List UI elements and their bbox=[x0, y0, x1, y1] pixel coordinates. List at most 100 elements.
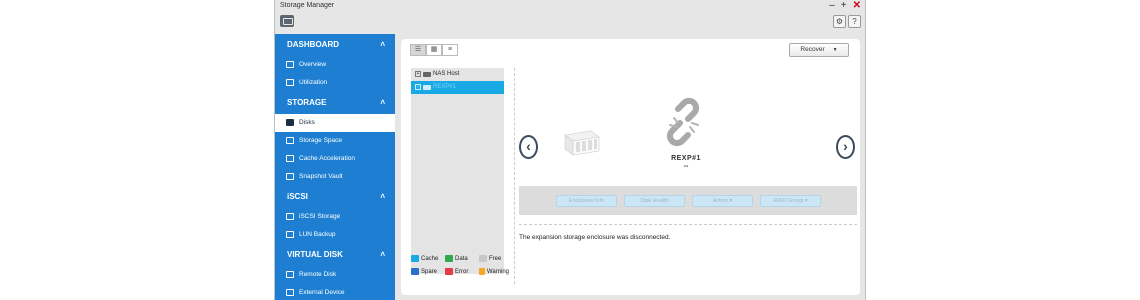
section-iscsi[interactable]: iSCSI ˄ bbox=[275, 186, 395, 208]
chevron-left-icon: ‹ bbox=[526, 138, 531, 154]
legend-warning: Warning bbox=[479, 268, 509, 275]
next-enclosure-button[interactable]: › bbox=[836, 135, 855, 159]
sidebar-item-label: Utilization bbox=[299, 79, 328, 86]
sidebar-item-label: Cache Acceleration bbox=[299, 155, 356, 162]
recover-dropdown[interactable]: Recover ▼ bbox=[789, 43, 849, 57]
recover-label: Recover bbox=[800, 46, 825, 53]
legend-label: Cache bbox=[421, 255, 439, 262]
section-divider bbox=[519, 224, 857, 225]
enclosure-image-icon bbox=[564, 130, 600, 156]
disk-health-button[interactable]: Disk Health bbox=[624, 195, 685, 207]
sidebar-item-label: Snapshot Vault bbox=[299, 173, 343, 180]
broken-link-icon bbox=[666, 97, 700, 147]
sidebar-item-overview[interactable]: Overview bbox=[275, 56, 395, 74]
chevron-up-icon: ˄ bbox=[380, 40, 385, 49]
caret-down-icon: ▾ bbox=[804, 198, 808, 204]
storage-icon bbox=[286, 137, 294, 144]
enclosure-device-icon bbox=[423, 85, 431, 90]
sidebar-item-snapshot-vault[interactable]: Snapshot Vault bbox=[275, 168, 395, 186]
cache-icon bbox=[286, 155, 294, 162]
sidebar-item-label: External Device bbox=[299, 289, 345, 296]
sidebar-item-label: iSCSI Storage bbox=[299, 213, 341, 220]
sidebar-item-external-device[interactable]: External Device bbox=[275, 284, 395, 300]
window-controls: – + ✕ bbox=[829, 0, 861, 12]
sidebar-item-lun-backup[interactable]: LUN Backup bbox=[275, 226, 395, 244]
chevron-up-icon: ˄ bbox=[380, 98, 385, 107]
chevron-right-icon: › bbox=[843, 138, 848, 154]
enclosure-action-bar: Enclosure Info Disk Health Action ▾ RAID… bbox=[519, 186, 857, 215]
external-device-icon bbox=[286, 289, 294, 296]
section-virtual-disk[interactable]: VIRTUAL DISK ˄ bbox=[275, 244, 395, 266]
legend-free: Free bbox=[479, 255, 509, 262]
raid-group-dropdown[interactable]: RAID Group ▾ bbox=[760, 195, 821, 207]
expand-icon[interactable]: + bbox=[415, 71, 421, 77]
main-panel: ☰ ▦ ≡ Recover ▼ + NAS Host + REXP#1 Cache… bbox=[401, 39, 860, 295]
enclosure-name: REXP#1 bbox=[671, 155, 701, 162]
legend-data: Data bbox=[445, 255, 475, 262]
section-title: iSCSI bbox=[287, 192, 308, 201]
enclosure-status: -- bbox=[683, 163, 689, 170]
legend-label: Spare bbox=[421, 268, 438, 275]
settings-button[interactable]: ⚙ bbox=[833, 15, 846, 28]
sidebar-item-iscsi-storage[interactable]: iSCSI Storage bbox=[275, 208, 395, 226]
legend-spare: Spare bbox=[411, 268, 441, 275]
storage-manager-app-icon bbox=[280, 15, 294, 27]
enclosure-info-button[interactable]: Enclosure Info bbox=[556, 195, 617, 207]
device-tree: + NAS Host + REXP#1 bbox=[411, 68, 504, 274]
free-swatch-icon bbox=[479, 255, 487, 262]
nas-device-icon bbox=[423, 72, 431, 77]
minimize-button[interactable]: – bbox=[829, 0, 835, 12]
backup-icon bbox=[286, 231, 294, 238]
sidebar-item-label: Storage Space bbox=[299, 137, 343, 144]
sidebar: DASHBOARD ˄ Overview Utilization STORAGE… bbox=[275, 34, 395, 300]
list-icon: ☰ bbox=[414, 46, 422, 53]
section-dashboard[interactable]: DASHBOARD ˄ bbox=[275, 34, 395, 56]
sidebar-item-utilization[interactable]: Utilization bbox=[275, 74, 395, 92]
tree-item-rexp1[interactable]: + REXP#1 bbox=[411, 81, 504, 94]
section-storage[interactable]: STORAGE ˄ bbox=[275, 92, 395, 114]
warning-swatch-icon bbox=[479, 268, 485, 275]
legend-label: Free bbox=[489, 255, 502, 262]
legend-label: Error bbox=[455, 268, 469, 275]
vault-icon bbox=[286, 173, 294, 180]
help-button[interactable]: ? bbox=[848, 15, 861, 28]
gear-icon: ⚙ bbox=[835, 17, 844, 26]
legend-cache: Cache bbox=[411, 255, 441, 262]
toolbar: ⚙ ? bbox=[275, 12, 865, 34]
iscsi-icon bbox=[286, 213, 294, 220]
expand-icon[interactable]: + bbox=[415, 84, 421, 90]
sidebar-item-cache-acceleration[interactable]: Cache Acceleration bbox=[275, 150, 395, 168]
sidebar-item-label: LUN Backup bbox=[299, 231, 336, 238]
sidebar-item-storage-space[interactable]: Storage Space bbox=[275, 132, 395, 150]
status-message: The expansion storage enclosure was disc… bbox=[519, 234, 671, 241]
close-button[interactable]: ✕ bbox=[853, 0, 861, 12]
list-view-button[interactable]: ☰ bbox=[410, 44, 426, 56]
data-swatch-icon bbox=[445, 255, 453, 262]
error-swatch-icon bbox=[445, 268, 453, 275]
section-title: STORAGE bbox=[287, 98, 327, 107]
tree-item-label: NAS Host bbox=[433, 71, 460, 77]
section-title: DASHBOARD bbox=[287, 40, 339, 49]
window-title: Storage Manager bbox=[280, 2, 335, 9]
remote-disk-icon bbox=[286, 271, 294, 278]
monitor-icon bbox=[286, 61, 294, 68]
previous-enclosure-button[interactable]: ‹ bbox=[519, 135, 538, 159]
grid-view-button[interactable]: ▦ bbox=[426, 44, 442, 56]
caret-down-icon: ▼ bbox=[832, 47, 838, 53]
legend-label: Data bbox=[455, 255, 468, 262]
sidebar-item-label: Remote Disk bbox=[299, 271, 337, 278]
legend-label: Warning bbox=[486, 268, 509, 275]
tree-item-nas-host[interactable]: + NAS Host bbox=[411, 68, 504, 81]
sidebar-item-disks[interactable]: Disks bbox=[275, 114, 395, 132]
maximize-button[interactable]: + bbox=[841, 0, 847, 12]
tree-item-label: REXP#1 bbox=[433, 84, 457, 90]
raid-group-label: RAID Group bbox=[773, 198, 804, 204]
sidebar-item-remote-disk[interactable]: Remote Disk bbox=[275, 266, 395, 284]
sidebar-item-label: Disks bbox=[299, 119, 315, 126]
chevron-up-icon: ˄ bbox=[380, 192, 385, 201]
spare-swatch-icon bbox=[411, 268, 419, 275]
chart-icon bbox=[286, 79, 294, 86]
action-dropdown[interactable]: Action ▾ bbox=[692, 195, 753, 207]
detail-view-button[interactable]: ≡ bbox=[442, 44, 458, 56]
view-switcher: ☰ ▦ ≡ bbox=[410, 44, 458, 56]
